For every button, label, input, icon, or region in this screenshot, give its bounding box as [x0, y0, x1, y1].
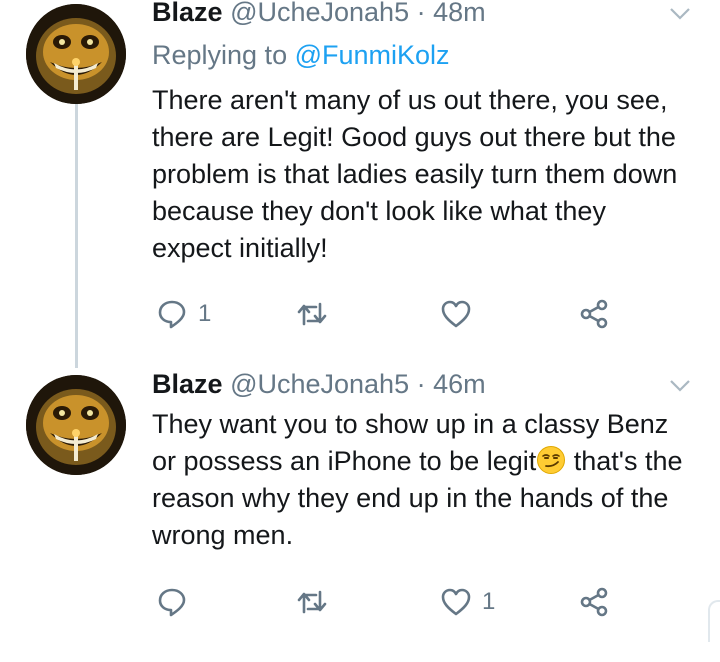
tweet-text: There aren't many of us out there, you s… [152, 85, 678, 263]
tweet-text: They want you to show up in a classy Ben… [152, 406, 692, 554]
thread-connector-line [75, 100, 78, 368]
reply-icon [158, 588, 186, 617]
like-button[interactable] [440, 294, 482, 334]
scroll-edge-hint [708, 600, 720, 642]
mention-link[interactable]: @FunmiKolz [295, 40, 450, 70]
author-name[interactable]: Blaze [152, 0, 223, 27]
reply-count: 1 [198, 300, 212, 327]
author-handle[interactable]: @UcheJonah5 [230, 369, 409, 399]
share-button[interactable] [578, 294, 610, 334]
like-icon [441, 588, 471, 616]
avatar[interactable] [26, 375, 126, 475]
share-button[interactable] [578, 582, 610, 622]
tweet-header: Blaze @UcheJonah5 · 46m [152, 366, 486, 402]
retweet-button[interactable] [296, 294, 338, 334]
tweet-actions: 1 [152, 294, 632, 334]
retweet-icon [297, 590, 327, 614]
separator-dot: · [416, 369, 426, 399]
reply-icon [158, 300, 186, 329]
tweet-header: Blaze @UcheJonah5 · 48m [152, 0, 486, 30]
replying-to: Replying to @FunmiKolz [152, 40, 450, 71]
timestamp[interactable]: 48m [433, 0, 486, 27]
reply-button[interactable] [156, 582, 198, 622]
share-icon [580, 587, 608, 617]
smirking-face-icon [537, 446, 566, 474]
reply-button[interactable]: 1 [156, 294, 211, 334]
author-name[interactable]: Blaze [152, 369, 223, 399]
chevron-down-icon[interactable] [668, 374, 692, 398]
like-button[interactable]: 1 [440, 582, 495, 622]
separator-dot: · [416, 0, 426, 27]
retweet-button[interactable] [296, 582, 338, 622]
author-handle[interactable]: @UcheJonah5 [230, 0, 409, 27]
retweet-icon [297, 302, 327, 326]
like-icon [441, 300, 471, 328]
tweet-actions: 1 [152, 582, 632, 622]
replying-to-label: Replying to [152, 40, 288, 70]
share-icon [580, 299, 608, 329]
like-count: 1 [482, 588, 496, 615]
timestamp[interactable]: 46m [433, 369, 486, 399]
avatar[interactable] [26, 4, 126, 104]
chevron-down-icon[interactable] [668, 2, 692, 26]
